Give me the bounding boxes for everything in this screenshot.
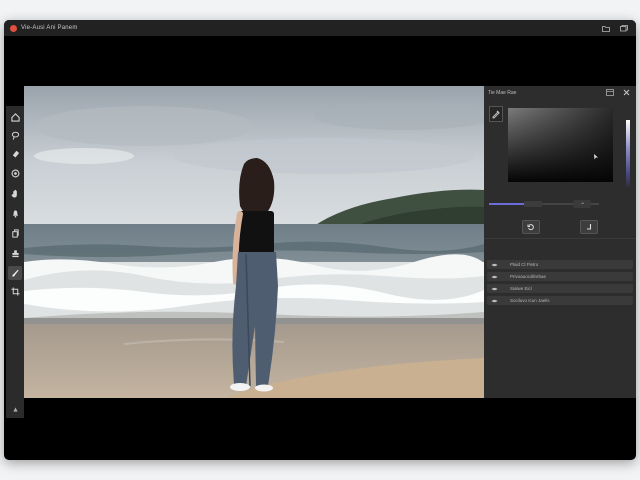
bell-icon[interactable] (8, 206, 22, 220)
opacity-slider[interactable]: ·• (489, 200, 629, 208)
eyedropper-icon (492, 110, 500, 119)
tools-toolbar (6, 106, 24, 418)
panel-header: Tie Mae Rae (484, 86, 636, 100)
restore-icon[interactable] (618, 22, 630, 34)
layer-label: Sialwe Eicl (510, 286, 532, 291)
panel-menu-icon[interactable] (606, 89, 614, 96)
clone-icon[interactable] (8, 226, 22, 240)
window-title: Vie-Ausi Ani Panem (21, 25, 78, 31)
layer-item[interactable]: Privoauocdlinrbae (487, 272, 633, 281)
dodge-icon[interactable] (8, 166, 22, 180)
layer-label: Privoauocdlinrbae (510, 274, 547, 279)
layer-eye-icon[interactable] (490, 263, 498, 267)
layer-label: Sociluvo Icun Jaelis (510, 298, 550, 303)
beach-photo (24, 86, 484, 398)
photo-canvas[interactable] (24, 86, 484, 398)
layer-eye-icon[interactable] (490, 287, 498, 291)
panel-title: Tie Mae Rae (488, 90, 517, 96)
hue-slider[interactable] (626, 120, 630, 190)
slider-step-button[interactable]: ·• (573, 200, 591, 208)
crop-icon[interactable] (8, 284, 22, 298)
reset-button[interactable] (522, 220, 540, 234)
eraser-icon[interactable] (8, 146, 22, 160)
hand-icon[interactable] (8, 186, 22, 200)
layer-item[interactable]: Sialwe Eicl (487, 284, 633, 293)
stamp-icon[interactable] (8, 246, 22, 260)
apply-icon (587, 224, 592, 230)
layer-label: Plaid Cl Fletro (510, 262, 539, 267)
app-icon (10, 24, 17, 32)
title-bar[interactable]: Vie-Ausi Ani Panem (4, 20, 636, 36)
home-icon[interactable] (8, 110, 22, 124)
layer-eye-icon[interactable] (490, 299, 498, 303)
panel-divider (484, 238, 636, 239)
folder-icon[interactable] (600, 22, 612, 34)
picker-cursor-icon (594, 154, 599, 160)
slider-fill (489, 203, 525, 205)
close-icon[interactable] (623, 89, 630, 96)
apply-button[interactable] (580, 220, 598, 234)
color-swatch[interactable] (489, 106, 503, 122)
reset-icon (527, 224, 534, 231)
layer-eye-icon[interactable] (490, 275, 498, 279)
app-window: Vie-Ausi Ani Panem Tie Mae Rae ·• Plaid … (4, 20, 636, 460)
layer-item[interactable]: Sociluvo Icun Jaelis (487, 296, 633, 305)
layer-item[interactable]: Plaid Cl Fletro (487, 260, 633, 269)
lasso-icon[interactable] (8, 128, 22, 142)
slider-value-box[interactable] (524, 201, 542, 207)
brush-icon[interactable] (8, 266, 22, 280)
color-panel: Tie Mae Rae ·• Plaid Cl Fletro Privoauoc… (484, 86, 636, 398)
settings-icon[interactable] (8, 402, 22, 416)
color-field[interactable] (508, 108, 613, 182)
